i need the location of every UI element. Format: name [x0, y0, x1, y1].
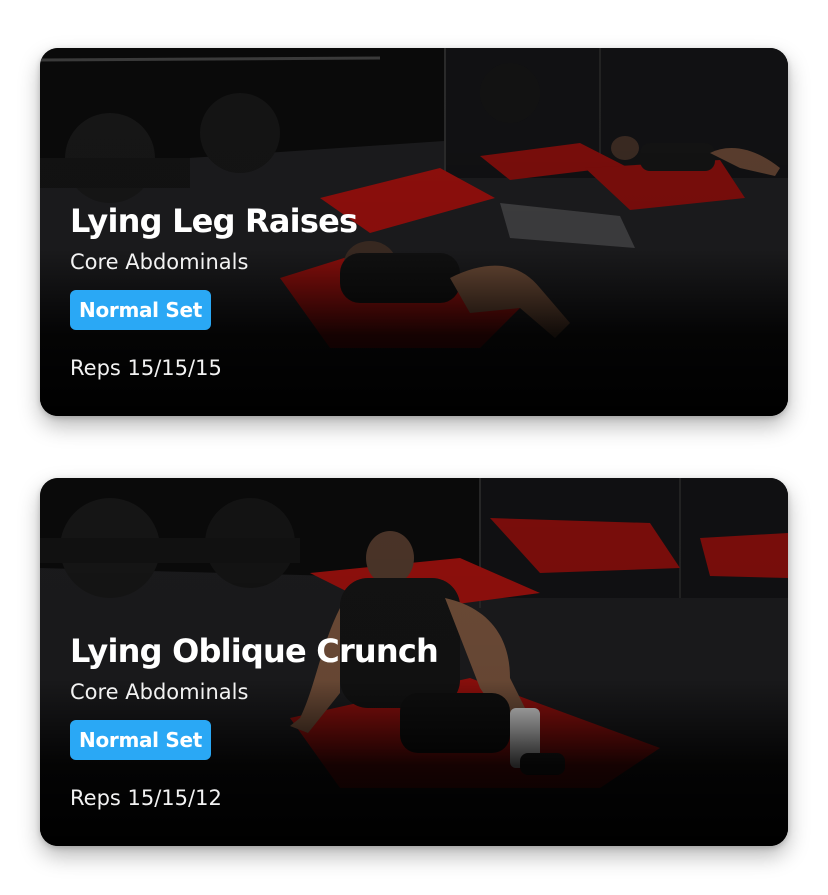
exercise-title: Lying Leg Raises	[70, 202, 358, 240]
exercise-card[interactable]: Lying Leg Raises Core Abdominals Normal …	[40, 48, 788, 416]
exercise-title: Lying Oblique Crunch	[70, 632, 439, 670]
exercise-card-content: Lying Oblique Crunch Core Abdominals Nor…	[70, 628, 758, 812]
exercise-category: Core Abdominals	[70, 680, 249, 704]
exercise-reps: Reps 15/15/15	[70, 356, 222, 380]
exercise-category: Core Abdominals	[70, 250, 249, 274]
exercise-card[interactable]: Lying Oblique Crunch Core Abdominals Nor…	[40, 478, 788, 846]
set-type-badge: Normal Set	[70, 720, 212, 760]
set-type-badge: Normal Set	[70, 290, 212, 330]
exercise-card-content: Lying Leg Raises Core Abdominals Normal …	[70, 198, 758, 382]
exercise-reps: Reps 15/15/12	[70, 786, 222, 810]
